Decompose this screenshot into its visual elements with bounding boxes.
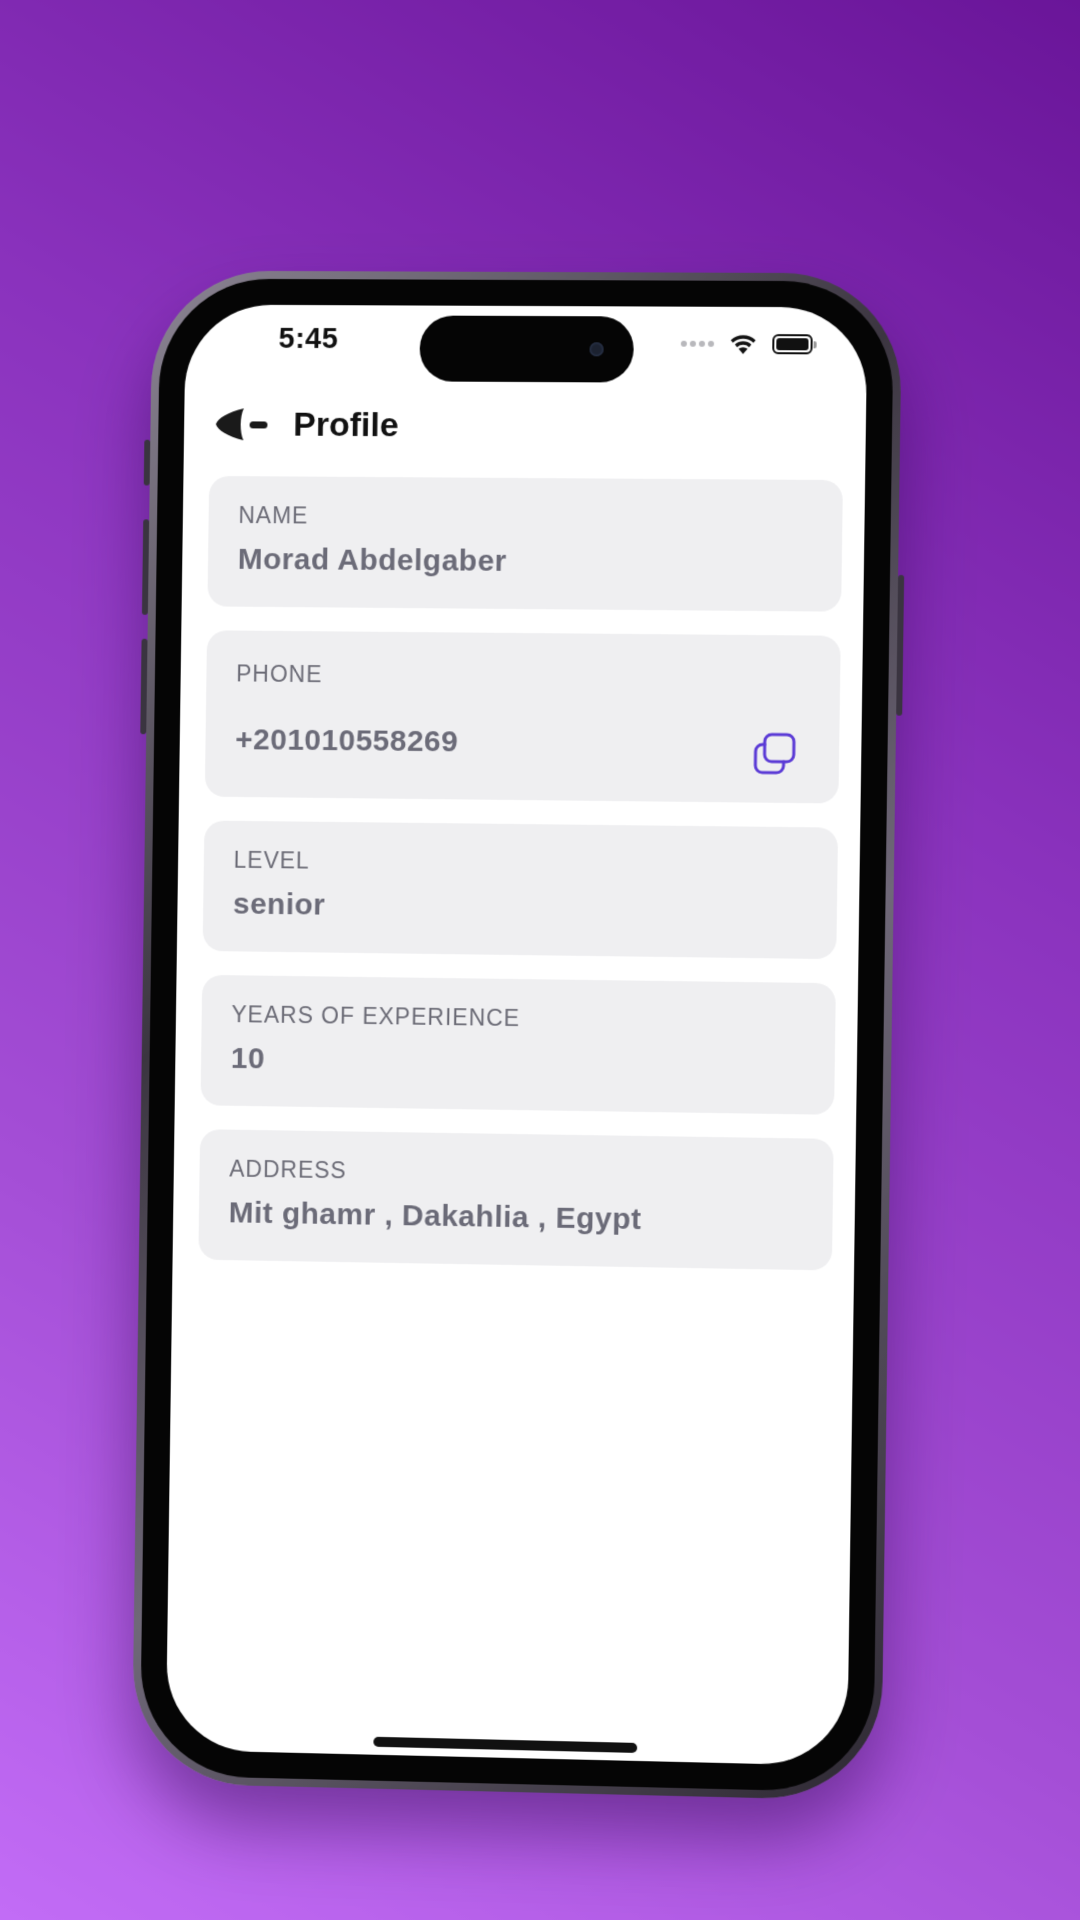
app-header: Profile [214,404,399,445]
copy-phone-button[interactable] [752,731,797,776]
name-value: Morad Abdelgaber [237,542,508,578]
back-arrow-icon [215,408,268,441]
address-card: ADDRESS Mit ghamr , Dakahlia , Egypt [198,1129,834,1271]
level-card: LEVEL senior [202,820,839,960]
phone-mockup: 5:45 Profile NAME Morad Abdelgaber PHONE… [131,270,905,1801]
profile-fields: NAME Morad Abdelgaber PHONE +20101055826… [198,475,843,1295]
status-indicators [680,333,813,356]
home-indicator[interactable] [373,1736,638,1753]
experience-label: YEARS OF EXPERIENCE [231,1001,521,1032]
name-card: NAME Morad Abdelgaber [207,475,843,612]
wifi-icon [730,335,756,355]
battery-icon [772,334,813,355]
page-title: Profile [293,405,399,444]
front-camera-icon [589,342,604,357]
address-label: ADDRESS [229,1155,347,1184]
phone-value: +201010558269 [235,723,459,759]
power-button [896,574,905,716]
back-button[interactable] [214,404,272,444]
signal-icon [680,340,715,347]
level-value: senior [232,887,326,922]
address-value: Mit ghamr , Dakahlia , Egypt [228,1196,642,1237]
phone-label: PHONE [236,660,323,688]
level-label: LEVEL [233,846,310,874]
dynamic-island [419,315,635,383]
status-time: 5:45 [278,322,339,356]
phone-card: PHONE +201010558269 [204,630,841,804]
app-screen: 5:45 Profile NAME Morad Abdelgaber PHONE… [165,304,868,1766]
action-button [143,439,151,486]
experience-card: YEARS OF EXPERIENCE 10 [200,974,836,1115]
copy-icon [752,731,797,776]
name-label: NAME [238,502,309,529]
experience-value: 10 [230,1041,266,1076]
